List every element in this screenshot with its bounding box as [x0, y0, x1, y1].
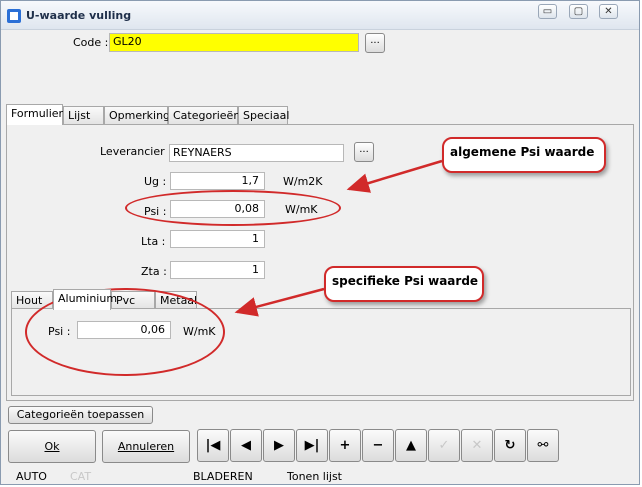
apply-categories-button[interactable]: Categorieën toepassen [8, 406, 153, 424]
arrow-specific-psi [234, 287, 325, 317]
subtab-aluminium[interactable]: Aluminium [53, 289, 117, 310]
next-record-button[interactable]: ▶ [263, 429, 295, 462]
callout-general-psi: algemene Psi waarde [442, 137, 606, 173]
arrow-general-psi [346, 159, 443, 193]
refresh-button[interactable]: ↻ [494, 429, 526, 462]
discard-button[interactable]: ✕ [461, 429, 493, 462]
ok-button[interactable]: Ok [8, 430, 96, 463]
last-record-button[interactable]: ▶| [296, 429, 328, 462]
status-cat: CAT [70, 470, 92, 483]
window: U-waarde vulling ▭ ▢ ✕ Code : GL20 ... F… [0, 0, 640, 485]
tab-formulier[interactable]: Formulier [6, 104, 63, 125]
add-record-button[interactable]: + [329, 429, 361, 462]
cancel-button[interactable]: Annuleren [102, 430, 190, 463]
status-mode: AUTO [16, 470, 47, 483]
previous-record-button[interactable]: ◀ [230, 429, 262, 462]
status-state: BLADEREN [193, 470, 253, 483]
status-list: Tonen lijst [287, 470, 342, 483]
edit-record-button[interactable]: ▲ [395, 429, 427, 462]
search-button[interactable]: ⚯ [527, 429, 559, 462]
confirm-button[interactable]: ✓ [428, 429, 460, 462]
delete-record-button[interactable]: − [362, 429, 394, 462]
first-record-button[interactable]: |◀ [197, 429, 229, 462]
callout-specific-psi: specifieke Psi waarde [324, 266, 484, 302]
